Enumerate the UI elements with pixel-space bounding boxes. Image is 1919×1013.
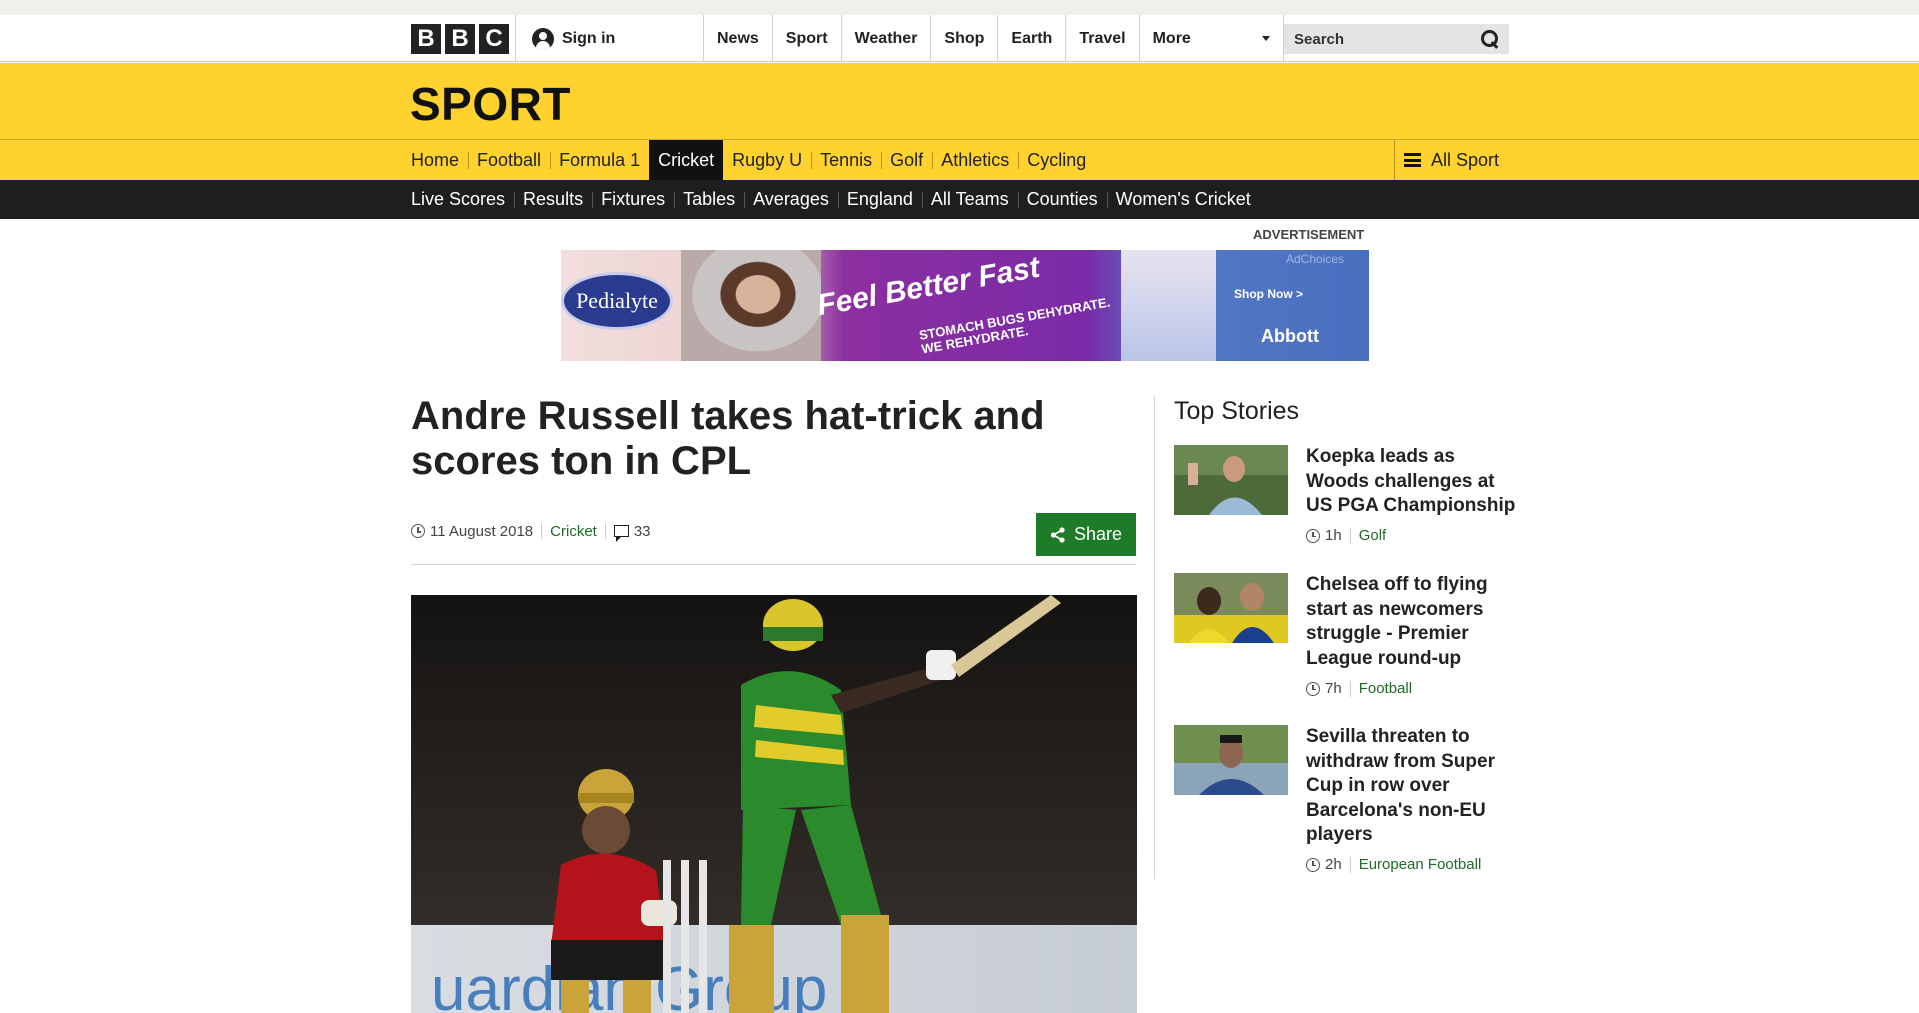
sport-header (0, 63, 1919, 140)
nav-item-sport[interactable]: Sport (771, 15, 841, 62)
divider (1349, 527, 1351, 544)
cricket-nav-fixtures[interactable]: Fixtures (592, 180, 674, 219)
divider (1349, 856, 1351, 873)
article-photo: uardian Group GETTY IMAGES (411, 595, 1137, 1013)
comments-icon[interactable] (613, 525, 629, 542)
story-section-link[interactable]: European Football (1359, 856, 1482, 873)
story-meta: 2h European Football (1306, 856, 1481, 873)
sport-nav-tennis[interactable]: Tennis (811, 140, 881, 180)
bbc-logo-letter: C (479, 24, 509, 54)
sign-in-link[interactable]: Sign in (532, 24, 615, 54)
story-thumbnail[interactable] (1174, 573, 1288, 643)
ad-shop-link[interactable]: Shop Now > (1234, 287, 1303, 301)
top-story-item[interactable]: Sevilla threaten to withdraw from Super … (1174, 725, 1514, 880)
photo-credit-text: GETTY IMAGES (413, 931, 425, 1007)
share-label: Share (1073, 524, 1123, 544)
cricket-nav-womens-cricket[interactable]: Women's Cricket (1106, 180, 1260, 219)
cricket-nav-tables[interactable]: Tables (674, 180, 744, 219)
story-meta: 1h Golf (1306, 527, 1386, 544)
sport-nav-formula-1[interactable]: Formula 1 (550, 140, 649, 180)
nav-item-shop[interactable]: Shop (930, 15, 997, 62)
search-icon[interactable] (1481, 30, 1499, 48)
nav-item-weather[interactable]: Weather (840, 15, 931, 62)
all-sport-menu[interactable]: All Sport (1394, 140, 1499, 180)
search-input[interactable]: Search (1284, 24, 1509, 54)
clock-icon (411, 524, 425, 538)
menu-icon (1404, 153, 1421, 167)
cricket-nav-all-teams[interactable]: All Teams (921, 180, 1018, 219)
story-title[interactable]: Koepka leads as Woods challenges at US P… (1306, 445, 1516, 519)
browser-top-strip (0, 0, 1919, 15)
sign-in-label: Sign in (562, 30, 616, 47)
ad-product-image (1121, 250, 1216, 361)
ad-tagline: STOMACH BUGS DEHYDRATE. WE REHYDRATE. (918, 294, 1114, 356)
ad-maker-logo: Abbott (1261, 326, 1319, 346)
nav-item-earth[interactable]: Earth (997, 15, 1065, 62)
nav-more-dropdown[interactable]: More (1138, 15, 1284, 62)
ad-photo (681, 250, 821, 361)
cricket-nav-counties[interactable]: Counties (1017, 180, 1107, 219)
user-icon (532, 28, 554, 50)
story-section-link[interactable]: Football (1359, 680, 1412, 697)
article-meta: 11 August 2018 Cricket 33 (411, 521, 651, 542)
sport-nav-home[interactable]: Home (411, 140, 468, 180)
cricket-nav: Live Scores Results Fixtures Tables Aver… (411, 180, 1260, 219)
top-stories-heading: Top Stories (1174, 397, 1300, 425)
clock-icon (1306, 857, 1320, 872)
sport-nav-football[interactable]: Football (468, 140, 550, 180)
advertisement-banner[interactable]: Pedialyte Feel Better Fast STOMACH BUGS … (561, 250, 1369, 361)
sport-nav: Home Football Formula 1 Cricket Rugby U … (411, 140, 1095, 180)
nav-item-news[interactable]: News (703, 15, 772, 62)
bbc-logo-letter: B (411, 24, 441, 54)
divider (604, 523, 606, 539)
story-title[interactable]: Chelsea off to flying start as newcomers… (1306, 573, 1516, 671)
advertisement-label: ADVERTISEMENT (1253, 227, 1365, 242)
nav-more-label: More (1152, 29, 1191, 47)
sport-nav-cycling[interactable]: Cycling (1018, 140, 1095, 180)
story-thumbnail[interactable] (1174, 725, 1288, 795)
article-date: 11 August 2018 (430, 522, 534, 540)
story-time: 7h (1325, 680, 1342, 697)
share-button[interactable]: Share (1036, 513, 1136, 556)
story-section-link[interactable]: Golf (1359, 527, 1387, 544)
article-section-link[interactable]: Cricket (550, 523, 597, 540)
story-time: 2h (1325, 856, 1342, 873)
story-meta: 7h Football (1306, 680, 1412, 697)
top-story-item[interactable]: Koepka leads as Woods challenges at US P… (1174, 445, 1516, 555)
story-thumbnail[interactable] (1174, 445, 1288, 515)
sport-nav-golf[interactable]: Golf (881, 140, 932, 180)
cricket-nav-results[interactable]: Results (514, 180, 592, 219)
divider (411, 564, 1136, 565)
bbc-logo[interactable]: B B C (411, 24, 509, 54)
divider (1154, 396, 1155, 879)
photo-credit: GETTY IMAGES (413, 925, 425, 1013)
sport-nav-rugby-union[interactable]: Rugby U (723, 140, 811, 180)
ad-choices-link[interactable]: AdChoices (1286, 252, 1344, 266)
cricket-nav-live-scores[interactable]: Live Scores (411, 180, 514, 219)
ad-brand-logo: Pedialyte (561, 272, 673, 330)
caret-down-icon (1261, 36, 1270, 41)
comments-count[interactable]: 33 (634, 523, 651, 540)
all-sport-label: All Sport (1431, 149, 1500, 170)
article-headline: Andre Russell takes hat-trick and scores… (411, 394, 1045, 483)
share-icon (1050, 526, 1066, 543)
clock-icon (1306, 681, 1320, 696)
clock-icon (1306, 528, 1320, 543)
bbc-logo-letter: B (445, 24, 475, 54)
divider (541, 523, 543, 539)
sport-nav-cricket[interactable]: Cricket (649, 140, 724, 180)
sport-nav-athletics[interactable]: Athletics (932, 140, 1018, 180)
sport-title[interactable]: SPORT (410, 77, 571, 131)
story-time: 1h (1325, 527, 1342, 544)
bbc-nav: News Sport Weather Shop Earth Travel Mor… (703, 15, 1284, 62)
story-title[interactable]: Sevilla threaten to withdraw from Super … (1306, 725, 1516, 848)
search-placeholder: Search (1294, 30, 1345, 48)
divider (1349, 680, 1351, 697)
cricket-nav-england[interactable]: England (837, 180, 922, 219)
cricket-nav-averages[interactable]: Averages (744, 180, 838, 219)
top-story-item[interactable]: Chelsea off to flying start as newcomers… (1174, 573, 1514, 703)
divider (515, 15, 516, 62)
nav-item-travel[interactable]: Travel (1065, 15, 1138, 62)
